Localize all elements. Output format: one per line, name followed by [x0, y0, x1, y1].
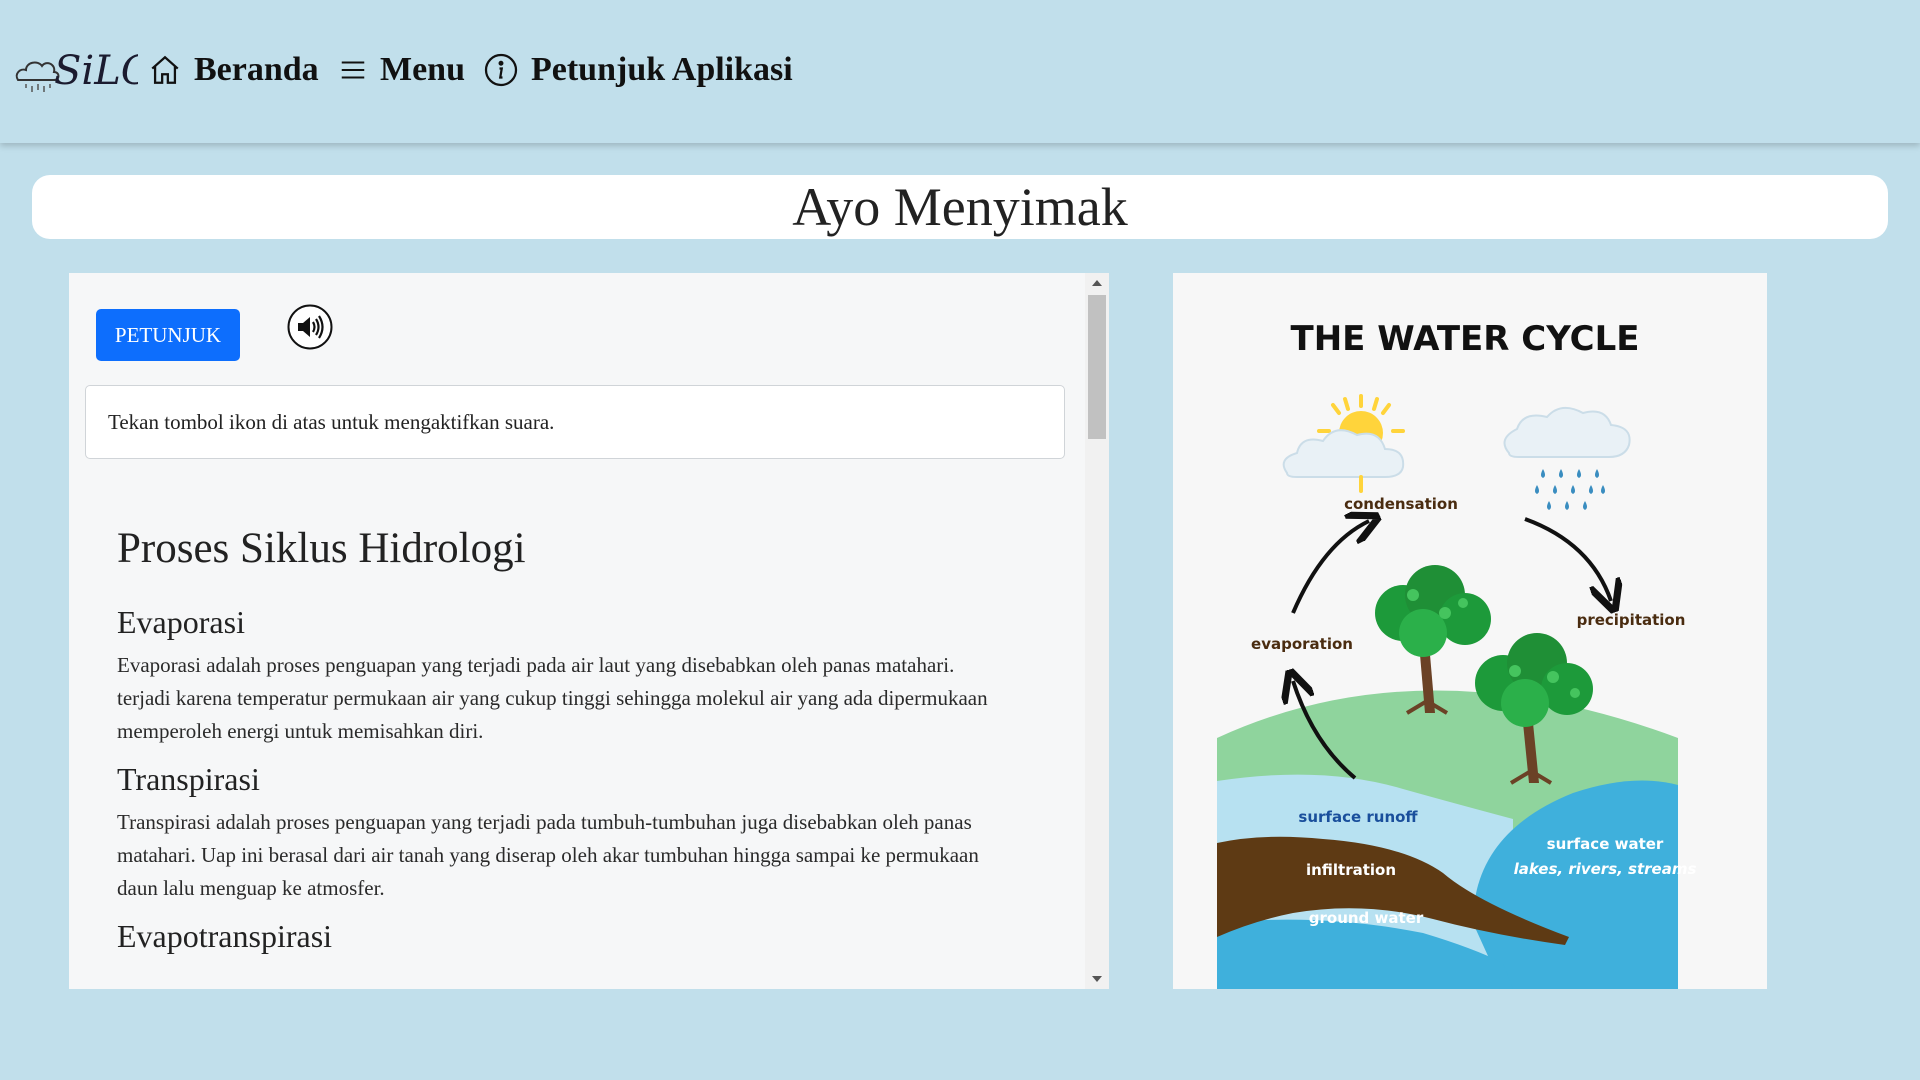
navbar: SiLO Beranda Menu Petunjuk Aplikasi [0, 0, 1920, 143]
label-condensation: condensation [1344, 495, 1458, 513]
water-cycle-panel: THE WATER CYCLE condensation evaporation… [1173, 273, 1767, 989]
label-surface-water: surface water [1547, 835, 1664, 853]
label-precipitation: precipitation [1577, 611, 1686, 629]
water-cycle-diagram: THE WATER CYCLE condensation evaporation… [1217, 319, 1697, 989]
label-ground-water: ground water [1309, 909, 1424, 927]
label-surface-runoff: surface runoff [1298, 808, 1418, 826]
logo-text: SiLO [54, 48, 138, 94]
page-title-bar: Ayo Menyimak [32, 175, 1888, 239]
nav-menu[interactable]: Menu [338, 48, 465, 92]
text-line: Evaporasi adalah proses penguapan yang t… [117, 652, 955, 677]
scroll-down-arrow-icon[interactable] [1085, 969, 1109, 989]
text-line: terjadi karena temperatur permukaan air … [117, 685, 988, 710]
nav-guide[interactable]: Petunjuk Aplikasi [483, 48, 793, 92]
section-title-transpirasi: Transpirasi [117, 760, 260, 797]
label-evaporation: evaporation [1251, 635, 1353, 653]
text-line: Transpirasi adalah proses penguapan yang… [117, 810, 972, 835]
sound-button[interactable] [287, 304, 333, 350]
text-line: daun lalu menguap ke atmosfer. [117, 876, 385, 901]
app-logo[interactable]: SiLO [14, 40, 154, 100]
home-icon [151, 55, 179, 84]
speaker-volume-icon [287, 304, 333, 350]
nav-guide-label: Petunjuk Aplikasi [531, 51, 793, 88]
scroll-up-arrow-icon[interactable] [1085, 273, 1109, 293]
text-line: memperoleh energi untuk memisahkan diri. [117, 718, 484, 743]
lesson-panel[interactable]: PETUNJUK Tekan tombol ikon di atas untuk… [69, 273, 1109, 989]
rain-drops-icon [1535, 469, 1605, 510]
arrow-precipitation [1524, 517, 1611, 601]
lesson-heading: Proses Siklus Hidrologi [117, 525, 526, 572]
tree-left [1375, 565, 1491, 715]
nav-menu-label: Menu [380, 51, 465, 88]
audio-info-text: Tekan tombol ikon di atas untuk mengakti… [108, 409, 555, 434]
audio-info-box: Tekan tombol ikon di atas untuk mengakti… [85, 385, 1065, 459]
nav-home[interactable]: Beranda [148, 48, 319, 92]
scrollbar-thumb[interactable] [1088, 295, 1106, 439]
label-infiltration: infiltration [1306, 861, 1396, 879]
scrollbar[interactable] [1085, 273, 1109, 989]
text-line: matahari. Uap ini berasal dari air tanah… [117, 843, 979, 868]
arrow-evaporation-upper [1291, 521, 1369, 614]
cloud-left-icon [1282, 429, 1405, 478]
info-circle-icon [484, 53, 518, 87]
section-text-transpirasi: Transpirasi adalah proses penguapan yang… [117, 806, 1057, 905]
section-text-evaporasi: Evaporasi adalah proses penguapan yang t… [117, 649, 1057, 748]
diagram-title: THE WATER CYCLE [1291, 319, 1640, 359]
hamburger-menu-icon [341, 61, 365, 79]
lesson-content: Proses Siklus Hidrologi Evaporasi Evapor… [117, 523, 1057, 964]
label-surface-water-sub: lakes, rivers, streams [1514, 860, 1697, 878]
page-title: Ayo Menyimak [792, 177, 1128, 237]
section-title-evaporasi: Evaporasi [117, 603, 245, 640]
rain-cloud-icon [1503, 406, 1631, 458]
nav-home-label: Beranda [194, 51, 319, 88]
section-title-evapotranspirasi: Evapotranspirasi [117, 918, 333, 955]
petunjuk-button[interactable]: PETUNJUK [96, 309, 240, 361]
